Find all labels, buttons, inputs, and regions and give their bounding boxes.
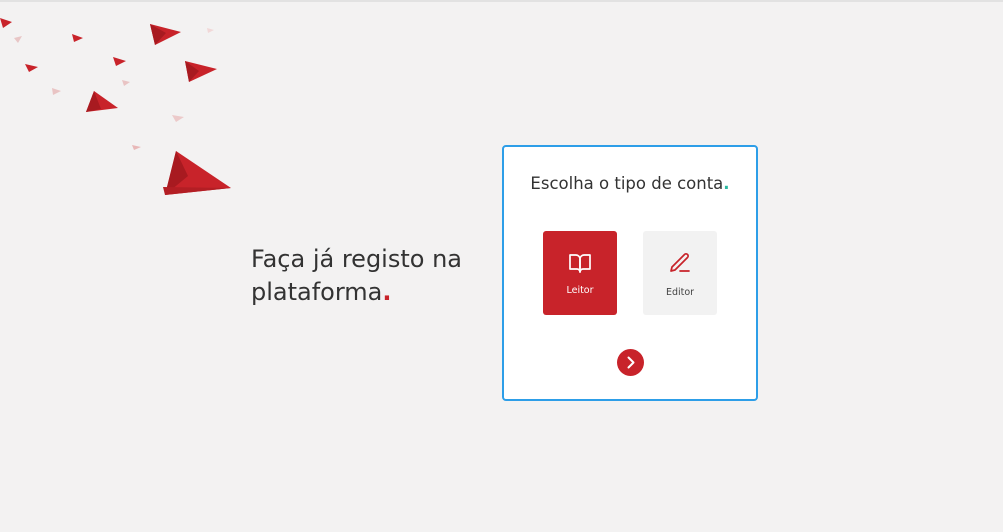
hero-heading: Faça já registo na plataforma. (251, 243, 491, 309)
account-option-editor[interactable]: Editor (643, 231, 717, 315)
account-option-label: Leitor (566, 285, 594, 296)
paper-planes-decoration (0, 18, 231, 195)
card-title-dot: . (723, 174, 730, 193)
pencil-icon (670, 253, 690, 272)
account-option-label: Editor (665, 287, 695, 298)
account-option-leitor[interactable]: Leitor (543, 231, 617, 315)
book-icon (569, 254, 591, 273)
chevron-right-icon (627, 356, 635, 369)
next-button[interactable] (617, 349, 644, 376)
account-type-card: Escolha o tipo de conta. Leitor Editor (502, 145, 758, 401)
hero-heading-text: Faça já registo na plataforma (251, 245, 462, 306)
card-title: Escolha o tipo de conta. (504, 174, 756, 193)
card-title-text: Escolha o tipo de conta (530, 174, 724, 193)
hero-heading-dot: . (382, 278, 392, 306)
